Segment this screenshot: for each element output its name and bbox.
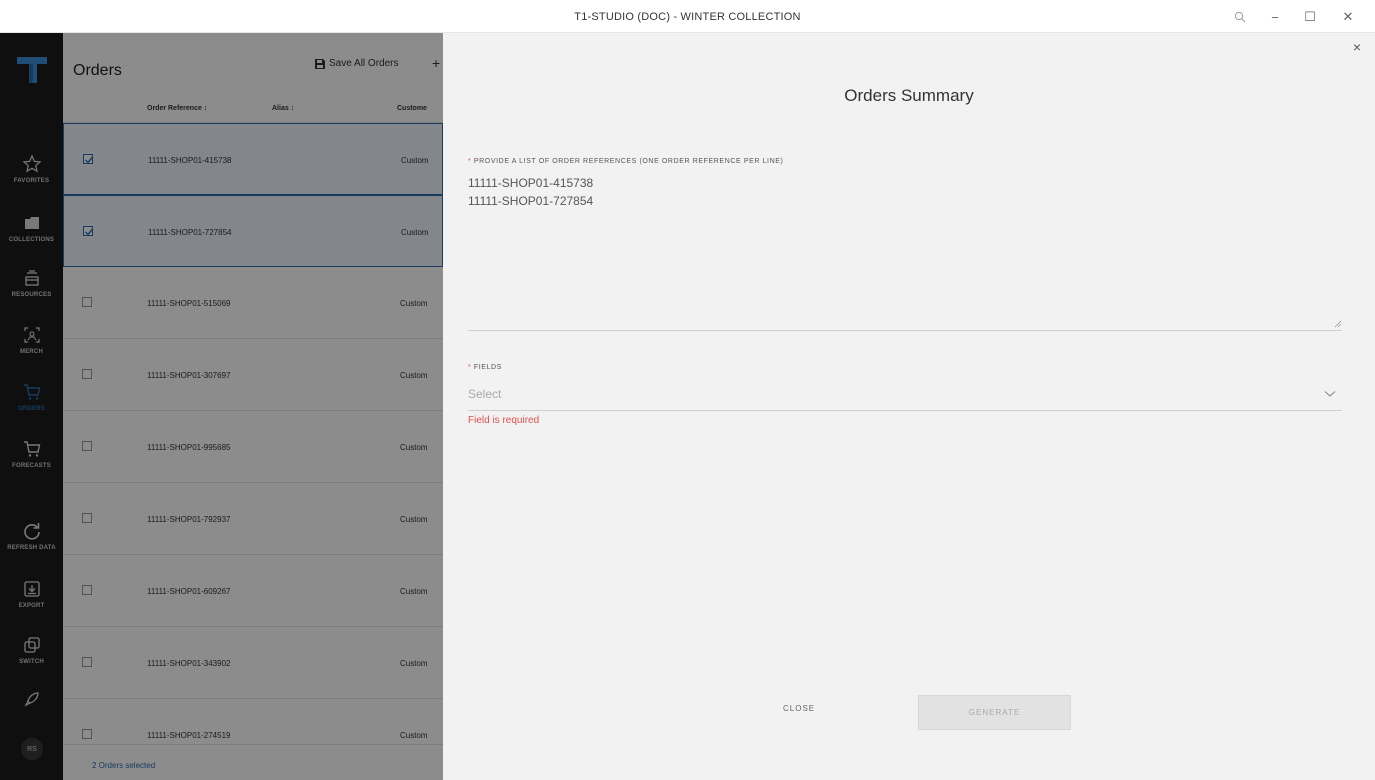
fields-placeholder: Select bbox=[468, 387, 502, 401]
fields-error: Field is required bbox=[468, 415, 540, 426]
window-title: T1-STUDIO (DOC) - WINTER COLLECTION bbox=[574, 11, 801, 23]
order-references-label: * PROVIDE A LIST OF ORDER REFERENCES (ON… bbox=[468, 158, 783, 165]
generate-button[interactable]: GENERATE bbox=[918, 695, 1071, 730]
panel-title: Orders Summary bbox=[844, 86, 974, 105]
close-button[interactable]: CLOSE bbox=[783, 704, 815, 713]
window-title-bar: T1-STUDIO (DOC) - WINTER COLLECTION − ☐ … bbox=[0, 0, 1375, 33]
order-reference-line: 11111-SHOP01-415738 bbox=[468, 176, 594, 190]
fields-label-text: FIELDS bbox=[473, 364, 502, 371]
order-references-textarea[interactable]: 11111-SHOP01-415738 11111-SHOP01-727854 bbox=[468, 174, 1342, 331]
order-references-label-text: PROVIDE A LIST OF ORDER REFERENCES (ONE … bbox=[473, 158, 784, 165]
orders-summary-panel: × Orders Summary * PROVIDE A LIST OF ORD… bbox=[443, 33, 1375, 780]
required-mark: * bbox=[468, 158, 472, 165]
chevron-down-icon bbox=[1324, 391, 1336, 397]
maximize-button[interactable]: ☐ bbox=[1295, 6, 1325, 28]
resize-handle-icon[interactable] bbox=[1334, 320, 1342, 328]
minimize-button[interactable]: − bbox=[1260, 6, 1290, 28]
fields-select[interactable]: Select bbox=[468, 383, 1342, 411]
modal-backdrop[interactable] bbox=[0, 33, 443, 780]
search-icon[interactable] bbox=[1225, 6, 1255, 28]
required-mark: * bbox=[468, 364, 472, 371]
close-icon[interactable]: × bbox=[1353, 39, 1361, 55]
order-reference-line: 11111-SHOP01-727854 bbox=[468, 194, 594, 208]
fields-label: * FIELDS bbox=[468, 364, 502, 371]
close-window-button[interactable]: ✕ bbox=[1333, 6, 1363, 28]
